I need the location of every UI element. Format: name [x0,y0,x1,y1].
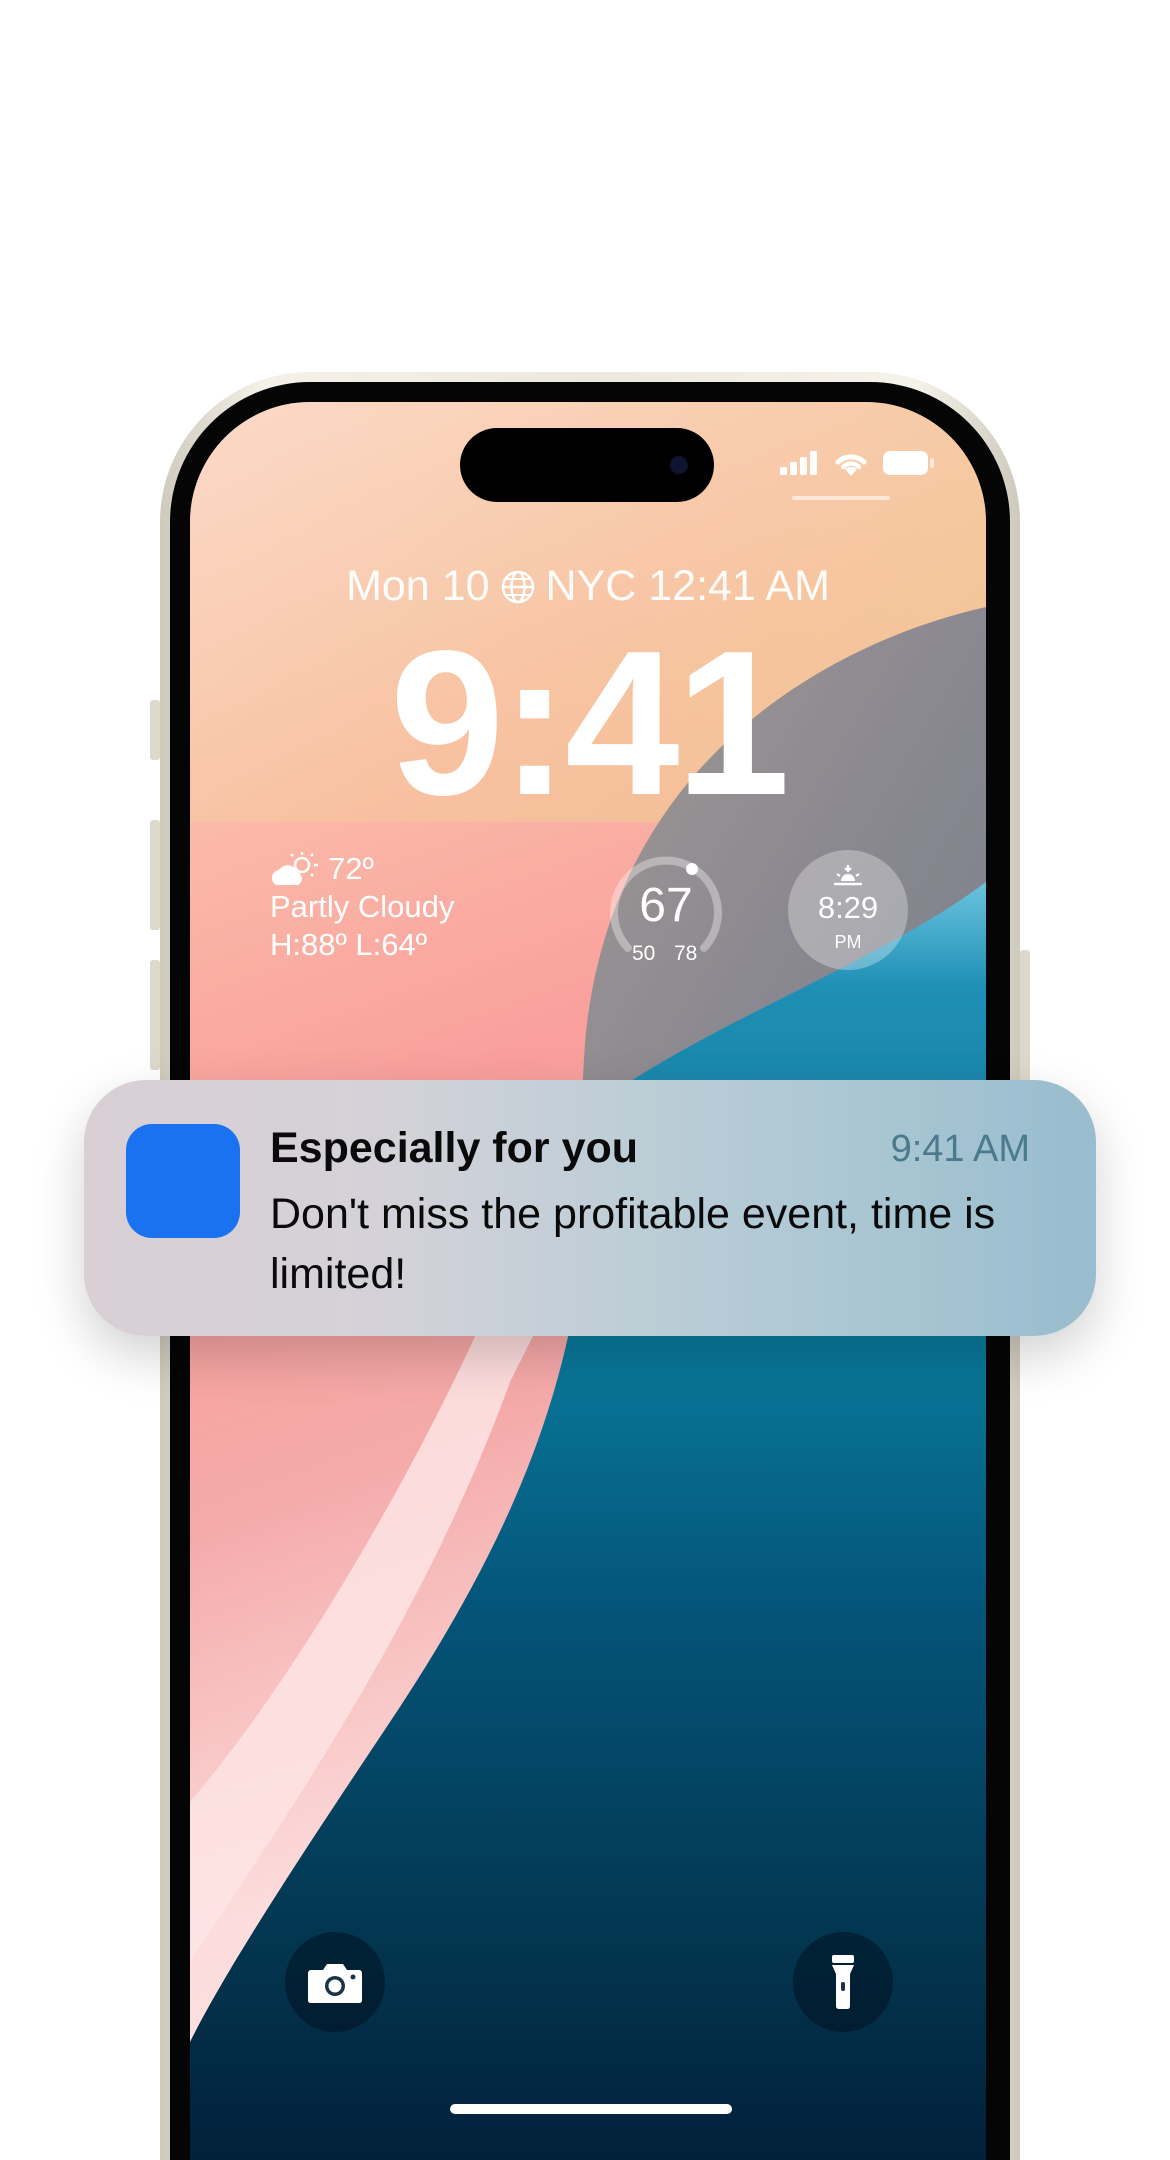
globe-icon [501,570,534,603]
app-icon [126,1124,240,1238]
home-indicator[interactable] [450,2104,732,2114]
weather-condition: Partly Cloudy [270,889,455,924]
action-button [150,700,160,760]
camera-icon [308,1964,362,2003]
flashlight-button[interactable] [793,1932,893,2032]
sunset-widget[interactable]: 8:29 PM [788,850,908,970]
battery-icon [883,451,934,475]
gauge-low: 50 [632,942,656,965]
notification-body: Don't miss the profitable event, time is… [270,1190,996,1298]
wifi-icon [835,454,867,476]
volume-down-button [150,960,160,1070]
stage: Mon 10 NYC 12:41 AM 9:41 72º Partly Clou… [0,0,1170,2160]
date-text: Mon 10 [346,562,490,610]
sunset-time: 8:29 [817,890,879,925]
weather-widget[interactable]: 72º Partly Cloudy H:88º L:64º [270,850,454,964]
notification-time: 9:41 AM [890,1128,1030,1170]
lock-screen-clock[interactable]: 9:41 [190,620,986,826]
status-indicator-line [792,496,890,500]
gauge-value: 67 [639,879,693,932]
weather-temperature: 72º [328,851,374,886]
flashlight-icon [832,1955,854,2009]
gauge-high: 78 [674,942,698,965]
weather-high-low: H:88º L:64º [270,927,428,962]
sunset-icon [834,865,862,886]
camera-button[interactable] [285,1932,385,2032]
world-clock-text: NYC 12:41 AM [545,562,830,610]
cellular-signal-icon [780,451,817,475]
partly-cloudy-icon [271,852,318,885]
sunset-period: PM [834,932,862,952]
notification-title: Especially for you [270,1124,639,1172]
temperature-gauge-widget[interactable]: 67 50 78 [604,852,728,976]
date-line[interactable]: Mon 10 NYC 12:41 AM [190,562,986,611]
volume-up-button [150,820,160,930]
status-bar-icons [780,450,934,476]
notification-banner[interactable]: Especially for you 9:41 AM Don't miss th… [84,1080,1096,1336]
front-camera [670,456,688,474]
dynamic-island [460,428,714,502]
